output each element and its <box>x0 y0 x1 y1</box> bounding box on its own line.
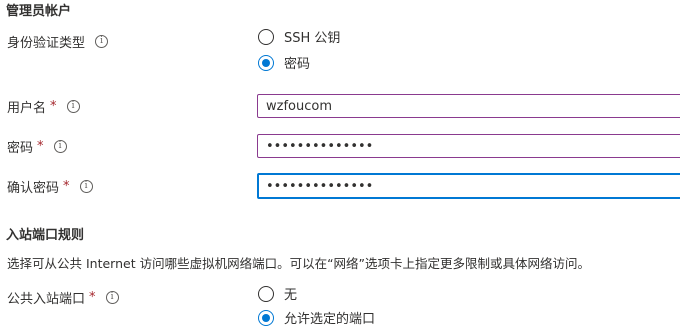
inbound-rules-title: 入站端口规则 <box>6 228 85 243</box>
username-label-text: 用户名 <box>7 101 47 116</box>
info-icon[interactable]: i <box>66 100 80 113</box>
auth-type-option-password-label: 密码 <box>284 57 311 72</box>
public-ports-label: 公共入站端口 * i <box>7 288 119 307</box>
public-ports-option-selected[interactable]: 允许选定的端口 <box>258 308 375 327</box>
radio-none-icon[interactable] <box>258 285 274 302</box>
info-icon[interactable]: i <box>53 140 67 153</box>
auth-type-label: 身份验证类型 i <box>7 32 109 51</box>
required-marker: * <box>89 290 96 305</box>
username-label: 用户名 * i <box>7 97 80 116</box>
auth-type-option-ssh-label: SSH 公钥 <box>284 31 341 46</box>
radio-selected-ports-icon[interactable] <box>258 309 274 326</box>
public-ports-label-text: 公共入站端口 <box>7 292 86 307</box>
inbound-rules-description: 选择可从公共 Internet 访问哪些虚拟机网络端口。可以在“网络”选项卡上指… <box>7 256 591 271</box>
password-label-text: 密码 <box>7 141 34 156</box>
password-input[interactable]: •••••••••••••• <box>257 134 680 158</box>
radio-ssh-icon[interactable] <box>258 28 274 45</box>
confirm-password-input[interactable]: •••••••••••••• <box>257 173 680 199</box>
password-label: 密码 * i <box>7 137 67 156</box>
public-ports-option-none-label: 无 <box>284 288 298 303</box>
info-icon[interactable]: i <box>95 35 109 48</box>
required-marker: * <box>50 99 57 114</box>
confirm-password-label-text: 确认密码 <box>7 181 60 196</box>
info-icon[interactable]: i <box>105 291 119 304</box>
public-ports-option-selected-label: 允许选定的端口 <box>284 312 376 327</box>
confirm-password-label: 确认密码 * i <box>7 177 93 196</box>
auth-type-label-text: 身份验证类型 <box>7 36 86 51</box>
username-input[interactable]: wzfoucom <box>257 94 680 118</box>
radio-password-icon[interactable] <box>258 54 274 71</box>
admin-account-title: 管理员帐户 <box>6 4 72 19</box>
required-marker: * <box>63 179 70 194</box>
auth-type-option-password[interactable]: 密码 <box>258 53 310 72</box>
required-marker: * <box>37 139 44 154</box>
info-icon[interactable]: i <box>79 180 93 193</box>
auth-type-option-ssh[interactable]: SSH 公钥 <box>258 27 340 46</box>
public-ports-option-none[interactable]: 无 <box>258 284 297 303</box>
